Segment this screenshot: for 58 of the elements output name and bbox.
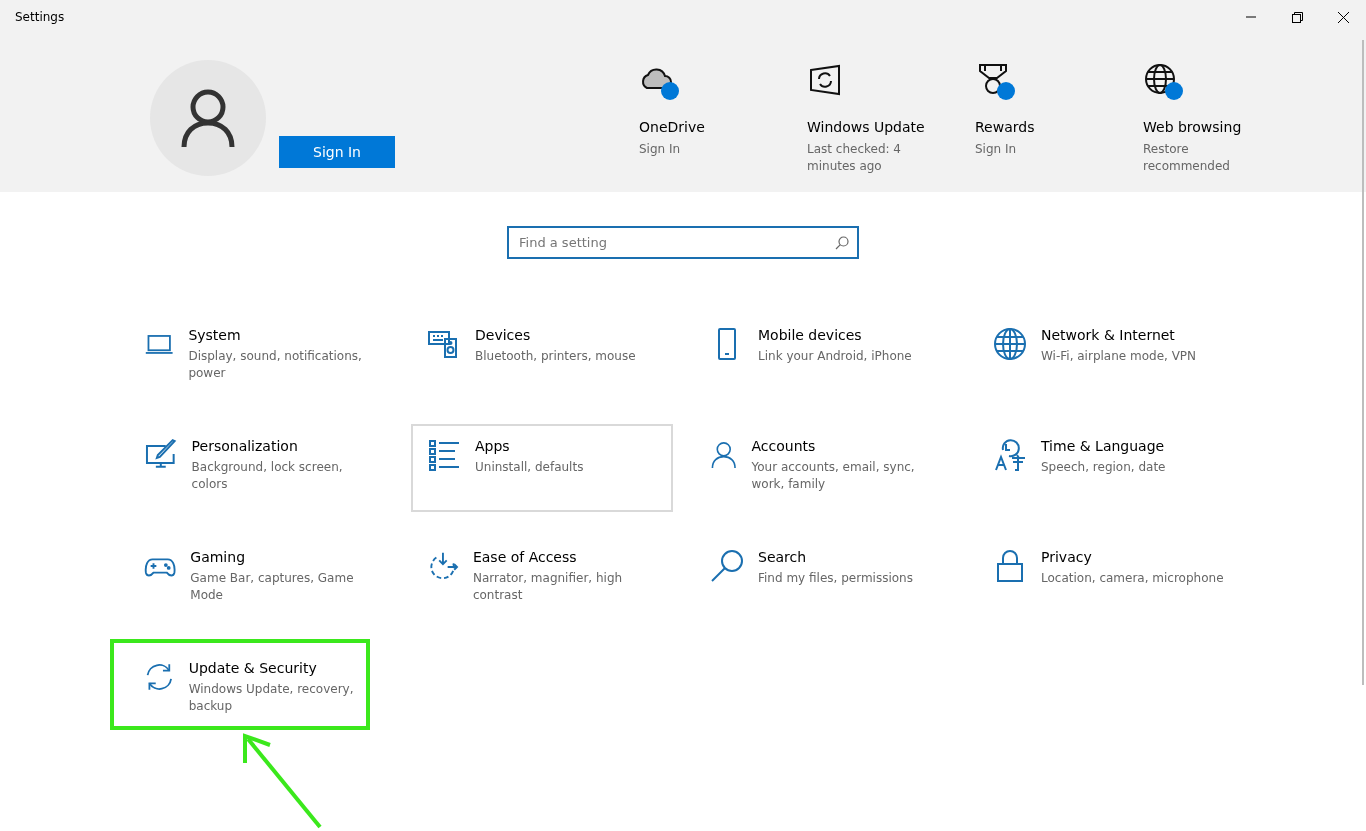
magnifier-icon	[710, 549, 744, 583]
category-title: Gaming	[190, 549, 246, 565]
window-title: Settings	[14, 10, 66, 24]
settings-category[interactable]: Privacy Location, camera, microphone	[977, 535, 1239, 623]
quick-link-title[interactable]: OneDrive	[639, 119, 705, 135]
search-icon[interactable]	[835, 236, 849, 250]
category-title: Accounts	[751, 438, 817, 454]
settings-category[interactable]: Apps Uninstall, defaults	[411, 424, 673, 512]
quick-link-title[interactable]: Windows Update	[807, 119, 925, 135]
quick-link-status: Last checked: 4 minutes ago	[807, 141, 902, 175]
settings-category[interactable]: Personalization Background, lock screen, colors	[128, 424, 390, 512]
category-description: Your accounts, email, sync, work, family	[751, 459, 916, 493]
settings-category[interactable]: Search Find my files, permissions	[694, 535, 956, 623]
search-field[interactable]: Find a setting	[507, 226, 859, 259]
category-title: Ease of Access	[472, 549, 578, 565]
category-title: Devices	[475, 327, 532, 343]
category-description: Uninstall, defaults	[475, 459, 584, 476]
category-title: Update & Security	[188, 660, 318, 676]
category-title: Privacy	[1041, 549, 1093, 565]
scrollbar[interactable]	[1362, 40, 1364, 685]
category-description: Windows Update, recovery, backup	[188, 681, 355, 715]
settings-category[interactable]: Network & Internet Wi-Fi, airplane mode, VPN	[977, 313, 1239, 401]
quick-link-title[interactable]: Rewards	[975, 119, 1035, 135]
category-title: Mobile devices	[758, 327, 863, 343]
list-icon	[427, 438, 461, 472]
settings-category[interactable]: Gaming Game Bar, captures, Game Mode	[128, 535, 390, 623]
category-description: Game Bar, captures, Game Mode	[190, 570, 355, 604]
category-description: Find my files, permissions	[758, 570, 913, 587]
category-title: Personalization	[191, 438, 299, 454]
settings-category[interactable]: System Display, sound, notifications, power	[128, 313, 390, 401]
settings-category[interactable]: Devices Bluetooth, printers, mouse	[411, 313, 673, 401]
close-icon	[1337, 11, 1349, 23]
category-description: Location, camera, microphone	[1041, 570, 1224, 587]
category-title: Time & Language	[1041, 438, 1166, 454]
category-description: Background, lock screen, colors	[191, 459, 344, 493]
category-title: Apps	[475, 438, 511, 454]
settings-category[interactable]: Accounts Your accounts, email, sync, work, family	[694, 424, 956, 512]
globe-icon	[993, 327, 1027, 361]
category-description: Wi-Fi, airplane mode, VPN	[1041, 348, 1197, 365]
restore-icon	[1291, 11, 1303, 23]
category-description: Link your Android, iPhone	[758, 348, 912, 365]
category-description: Bluetooth, printers, mouse	[475, 348, 636, 365]
settings-category[interactable]: Time & Language Speech, region, date	[977, 424, 1239, 512]
category-description: Narrator, magnifier, high contrast	[472, 570, 624, 604]
clock-letters-icon	[993, 438, 1027, 472]
quick-link-status: Sign In	[975, 141, 1018, 158]
category-title: Network & Internet	[1041, 327, 1176, 343]
settings-category[interactable]: Mobile devices Link your Android, iPhone	[694, 313, 956, 401]
settings-category[interactable]: Ease of Access Narrator, magnifier, high contrast	[411, 535, 673, 623]
category-description: Speech, region, date	[1041, 459, 1166, 476]
category-title: Search	[758, 549, 808, 565]
quick-link-status: Restore recommended	[1143, 141, 1231, 175]
category-description: Display, sound, notifications, power	[188, 348, 363, 382]
sign-in-button[interactable]: Sign In	[279, 136, 395, 168]
quick-link-title[interactable]: Web browsing	[1143, 119, 1242, 135]
settings-category[interactable]: Update & Security Windows Update, recovery, backup	[128, 646, 390, 734]
category-title: System	[188, 327, 242, 343]
quick-link-status: Sign In	[639, 141, 682, 158]
